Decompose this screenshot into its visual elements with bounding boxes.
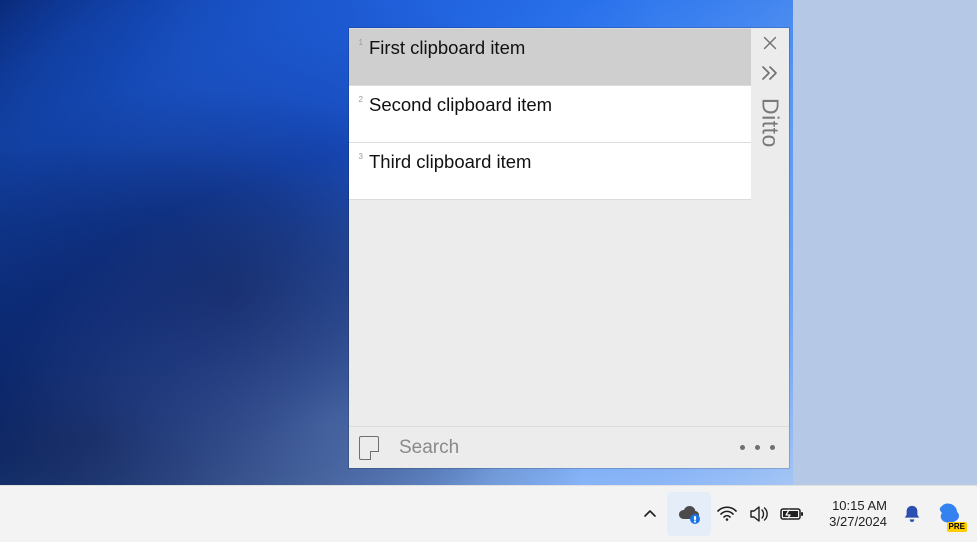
- clipboard-item[interactable]: 1 First clipboard item: [349, 28, 751, 86]
- clipboard-list: 1 First clipboard item 2 Second clipboar…: [349, 28, 751, 426]
- clip-text: Third clipboard item: [367, 151, 743, 173]
- close-icon: [763, 36, 777, 50]
- clip-text: First clipboard item: [367, 37, 743, 59]
- ditto-window: 1 First clipboard item 2 Second clipboar…: [349, 28, 789, 468]
- dot-icon: [740, 445, 745, 450]
- speaker-icon: [749, 506, 769, 522]
- copilot-button[interactable]: PRE: [927, 492, 971, 536]
- system-tray: 10:15 AM 3/27/2024: [633, 486, 971, 542]
- tray-onedrive[interactable]: [667, 492, 711, 536]
- taskbar-clock[interactable]: 10:15 AM 3/27/2024: [819, 492, 897, 536]
- cloud-icon: [676, 504, 702, 524]
- more-menu-button[interactable]: [736, 445, 779, 450]
- chevron-up-icon: [643, 507, 657, 521]
- tray-wifi[interactable]: [711, 492, 743, 536]
- battery-icon: [780, 507, 804, 521]
- clip-index: 2: [351, 96, 363, 104]
- chevron-double-right-icon: [760, 66, 780, 80]
- copilot-badge: PRE: [947, 522, 967, 532]
- tray-overflow-button[interactable]: [633, 492, 667, 536]
- dot-icon: [770, 445, 775, 450]
- expand-button[interactable]: [751, 58, 789, 88]
- clipboard-item[interactable]: 2 Second clipboard item: [349, 85, 751, 143]
- search-input[interactable]: [399, 437, 736, 459]
- clip-text: Second clipboard item: [367, 94, 743, 116]
- notifications-button[interactable]: [897, 492, 927, 536]
- tray-volume[interactable]: [743, 492, 775, 536]
- ditto-footer: [349, 426, 789, 468]
- close-button[interactable]: [751, 28, 789, 58]
- clip-index: 3: [351, 153, 363, 161]
- wifi-icon: [717, 506, 737, 522]
- window-rail: Ditto: [751, 28, 789, 426]
- taskbar: 10:15 AM 3/27/2024: [0, 485, 977, 542]
- clipboard-item[interactable]: 3 Third clipboard item: [349, 142, 751, 200]
- clock-time: 10:15 AM: [829, 498, 887, 514]
- dot-icon: [755, 445, 760, 450]
- desktop-wallpaper-right: [793, 0, 977, 485]
- clip-index: 1: [351, 39, 363, 47]
- app-title-vertical: Ditto: [757, 98, 784, 148]
- bell-icon: [903, 505, 921, 523]
- clock-date: 3/27/2024: [829, 514, 887, 530]
- tray-battery[interactable]: [775, 492, 809, 536]
- new-note-icon[interactable]: [359, 436, 379, 460]
